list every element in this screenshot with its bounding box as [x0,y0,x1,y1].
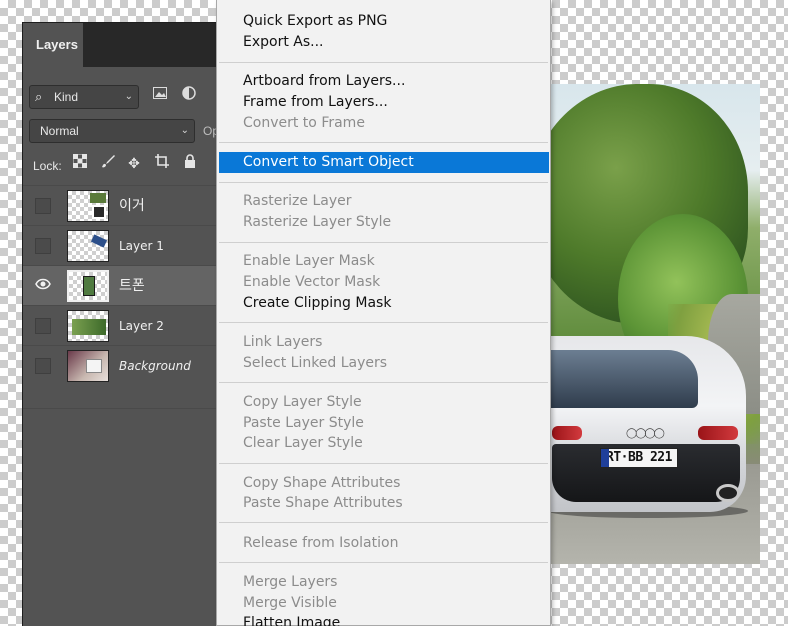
menu-separator [219,62,548,63]
menu-item-select-linked-layers[interactable]: Select Linked Layers [217,353,550,374]
photo-car-taillight-right [698,426,738,440]
layer-visibility-toggle[interactable] [35,318,51,334]
pixel-layer-filter-icon[interactable] [150,86,170,106]
lock-label: Lock: [33,159,62,173]
thumbnail-content [83,276,95,296]
menu-item-frame-from-layers[interactable]: Frame from Layers... [217,92,550,113]
eu-band [601,449,609,467]
license-plate: RT·BB 221 [600,448,678,468]
layer-name: Background [119,359,191,373]
layers-list-empty-area [23,408,221,626]
smart-object-icon [92,205,106,219]
padlock-icon [185,154,195,168]
lock-all-icon[interactable] [181,154,199,174]
eye-icon[interactable] [33,275,53,295]
layer-thumbnail [67,350,109,382]
checker-icon [72,153,88,169]
layer-thumbnail [67,270,109,302]
menu-separator [219,382,548,383]
crop-icon [155,154,169,168]
layer-visibility-toggle[interactable] [35,238,51,254]
layer-thumbnail [67,310,109,342]
thumbnail-content [86,359,102,373]
photo-car-window [548,350,698,408]
layer-context-menu: Quick Export as PNG Export As... Artboar… [216,0,551,626]
layers-panel: Layers ⌕ Kind ⌄ Normal ⌄ Op Lock: ✥ 이거 L… [22,22,221,626]
canvas-photo: ◯◯◯◯ RT·BB 221 [548,84,760,564]
layer-name: Layer 1 [119,239,164,253]
tab-layers[interactable]: Layers [23,23,83,67]
lock-transparent-pixels-icon[interactable] [71,153,89,174]
chevron-down-icon: ⌄ [124,91,133,102]
menu-item-flatten-image[interactable]: Flatten Image [217,613,550,626]
move-icon[interactable]: ✥ [125,154,143,174]
brush-icon[interactable] [99,154,117,174]
menu-separator [219,242,548,243]
menu-item-clear-layer-style[interactable]: Clear Layer Style [217,433,550,454]
menu-item-convert-to-frame[interactable]: Convert to Frame [217,113,550,134]
menu-item-convert-to-smart-object[interactable]: Convert to Smart Object [219,152,549,173]
menu-item-quick-export-png[interactable]: Quick Export as PNG [217,11,550,32]
layer-name: Layer 2 [119,319,164,333]
blend-mode-dropdown[interactable]: Normal ⌄ [29,119,195,143]
layer-row-background[interactable]: Background [23,345,221,385]
artboard-lock-icon[interactable] [153,154,171,174]
layer-thumbnail [67,230,109,262]
thumbnail-content [72,319,106,335]
menu-separator [219,182,548,183]
thumbnail-content [90,234,108,248]
filter-kind-label: Kind [54,90,79,104]
visibility-eye-icon [35,278,51,290]
panel-tab-bar: Layers [23,23,220,67]
menu-separator [219,322,548,323]
menu-item-rasterize-layer-style[interactable]: Rasterize Layer Style [217,212,550,233]
adjustment-layer-filter-icon[interactable] [179,86,199,106]
photo-car-logo: ◯◯◯◯ [626,428,665,439]
image-icon [153,87,167,99]
menu-separator [219,463,548,464]
license-plate-text: RT·BB 221 [606,450,672,465]
half-circle-icon [182,86,196,100]
menu-separator [219,562,548,563]
menu-item-merge-visible[interactable]: Merge Visible [217,593,550,614]
layer-thumbnail [67,190,109,222]
menu-item-copy-layer-style[interactable]: Copy Layer Style [217,392,550,413]
menu-item-link-layers[interactable]: Link Layers [217,332,550,353]
layer-name: 트폰 [119,278,145,294]
layer-row-layer-2[interactable]: Layer 2 [23,305,221,345]
menu-item-enable-layer-mask[interactable]: Enable Layer Mask [217,251,550,272]
menu-item-rasterize-layer[interactable]: Rasterize Layer [217,191,550,212]
menu-item-create-clipping-mask[interactable]: Create Clipping Mask [217,293,550,314]
menu-item-paste-layer-style[interactable]: Paste Layer Style [217,413,550,434]
blend-mode-value: Normal [40,124,79,138]
menu-item-enable-vector-mask[interactable]: Enable Vector Mask [217,272,550,293]
filter-kind-dropdown[interactable]: ⌕ Kind ⌄ [29,85,139,109]
photo-car-exhaust [716,484,740,502]
lock-image-pixels-icon [102,155,115,168]
layer-name: 이거 [119,198,145,214]
chevron-down-icon: ⌄ [180,125,189,136]
layer-visibility-toggle[interactable] [35,198,51,214]
layer-row-igeo[interactable]: 이거 [23,185,221,225]
photo-car-taillight-left [552,426,582,440]
search-icon: ⌕ [35,89,43,104]
menu-item-copy-shape-attributes[interactable]: Copy Shape Attributes [217,473,550,494]
layer-row-layer-1[interactable]: Layer 1 [23,225,221,265]
menu-separator [219,142,548,143]
thumbnail-content [90,193,106,203]
menu-item-artboard-from-layers[interactable]: Artboard from Layers... [217,71,550,92]
menu-item-merge-layers[interactable]: Merge Layers [217,572,550,593]
menu-item-paste-shape-attributes[interactable]: Paste Shape Attributes [217,493,550,514]
layer-row-teupon[interactable]: 트폰 [23,265,221,305]
menu-item-release-from-isolation[interactable]: Release from Isolation [217,533,550,554]
menu-item-export-as[interactable]: Export As... [217,32,550,53]
menu-separator [219,522,548,523]
layer-visibility-toggle[interactable] [35,358,51,374]
